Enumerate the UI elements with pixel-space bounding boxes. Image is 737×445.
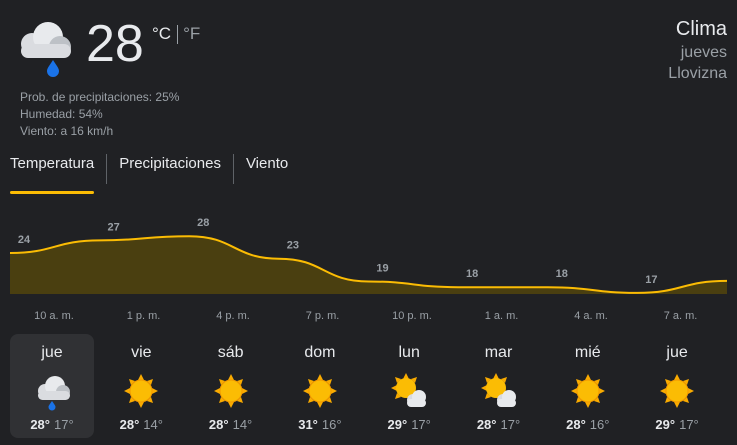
sun-icon (657, 371, 697, 411)
precipitation-text: Prob. de precipitaciones: 25% (20, 90, 180, 104)
day-card[interactable]: sáb 28° 14° (189, 334, 273, 438)
unit-separator (177, 24, 179, 44)
day-card[interactable]: jue 28° 17° (10, 334, 94, 438)
chart-x-tick: 10 a. m. (34, 310, 74, 322)
day-temps: 28° 16° (546, 417, 630, 432)
day-high: 31° (298, 417, 318, 432)
day-low: 14° (143, 417, 163, 432)
humidity-text: Humedad: 54% (20, 107, 103, 121)
chart-value-label: 17 (645, 274, 657, 286)
chart-x-tick: 7 a. m. (664, 310, 698, 322)
chart-area (10, 236, 727, 294)
day-high: 29° (387, 417, 408, 432)
day-temps: 31° 16° (278, 417, 362, 432)
sun-icon (300, 371, 340, 411)
day-name: jue (666, 344, 688, 361)
sun-icon (121, 371, 161, 411)
day-name: mar (484, 344, 513, 361)
day-name: dom (304, 344, 336, 361)
day-low: 17° (500, 417, 521, 432)
chart-value-label: 24 (18, 234, 31, 246)
day-high: 28° (119, 417, 140, 432)
sun-icon (568, 371, 608, 411)
chart-x-tick: 10 p. m. (392, 310, 432, 322)
day-name: vie (131, 344, 152, 361)
day-card[interactable]: vie 28° 14° (99, 334, 183, 438)
day-name: sáb (217, 344, 244, 361)
current-temperature: 28 (86, 15, 144, 73)
day-temps: 29° 17° (367, 417, 451, 432)
chart-value-label: 18 (556, 268, 568, 280)
cloud-rain-icon (10, 14, 76, 80)
day-temps: 29° 17° (635, 417, 719, 432)
day-low: 17° (54, 417, 74, 432)
chart-value-label: 28 (197, 217, 209, 229)
day-high: 28° (208, 417, 229, 432)
celsius-button[interactable]: °C (152, 24, 171, 44)
chart-x-tick: 1 a. m. (485, 310, 519, 322)
page-title: Clima (675, 18, 727, 40)
partly-cloudy-icon (389, 371, 429, 411)
day-low: 16° (589, 417, 610, 432)
wind-text: Viento: a 16 km/h (20, 124, 114, 138)
day-temps: 28° 17° (10, 417, 94, 432)
chart-x-tick: 7 p. m. (306, 310, 340, 322)
tab-precipitaciones[interactable]: Precipitaciones (106, 154, 233, 184)
day-high: 29° (655, 417, 676, 432)
day-card[interactable]: jue 29° 17° (635, 334, 719, 438)
day-card[interactable]: lun 29° 17° (367, 334, 451, 438)
day-low: 14° (232, 417, 253, 432)
weather-details: Prob. de precipitaciones: 25% Humedad: 5… (20, 89, 179, 140)
chart-value-label: 19 (376, 263, 388, 275)
day-high: 28° (30, 417, 50, 432)
chart-value-label: 27 (108, 221, 120, 233)
partly-cloudy-icon (479, 371, 519, 411)
unit-toggle: °C °F (152, 24, 200, 44)
chart-value-label: 23 (287, 240, 299, 252)
day-low: 16° (321, 417, 342, 432)
sun-icon (211, 371, 251, 411)
tab-bar: Temperatura Precipitaciones Viento (10, 154, 300, 194)
chart-value-label: 18 (466, 268, 478, 280)
day-label: jueves (680, 44, 727, 61)
location-header: Clima jueves Llovizna (668, 16, 727, 84)
day-name: lun (398, 344, 420, 361)
day-temps: 28° 17° (457, 417, 541, 432)
chart-x-tick: 4 p. m. (216, 310, 250, 322)
day-name: jue (41, 344, 63, 361)
tab-temperatura[interactable]: Temperatura (10, 154, 106, 194)
day-temps: 28° 14° (189, 417, 273, 432)
chart-x-tick: 4 a. m. (574, 310, 608, 322)
day-temps: 28° 14° (99, 417, 183, 432)
day-low: 17° (679, 417, 699, 432)
day-card[interactable]: dom 31° 16° (278, 334, 362, 438)
day-high: 28° (566, 417, 586, 432)
day-high: 28° (476, 417, 497, 432)
day-card[interactable]: mié 28° 16° (546, 334, 630, 438)
day-name: mié (574, 344, 601, 361)
day-low: 17° (411, 417, 431, 432)
cloud-rain-icon (32, 371, 72, 411)
fahrenheit-button[interactable]: °F (183, 24, 200, 44)
chart-x-tick: 1 p. m. (127, 310, 161, 322)
temperature-chart: 24 10 a. m. 27 1 p. m. 28 4 p. m. 23 7 p. m. 19 1… (9, 217, 728, 322)
tab-viento[interactable]: Viento (232, 154, 300, 184)
condition-label: Llovizna (668, 65, 727, 82)
day-card[interactable]: mar 28° 17° (457, 334, 541, 438)
